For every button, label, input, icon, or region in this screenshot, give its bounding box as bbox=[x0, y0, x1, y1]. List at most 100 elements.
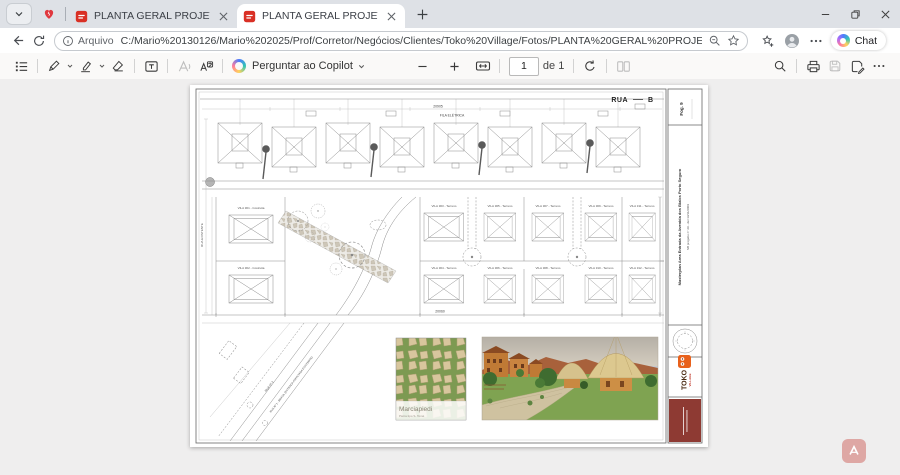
plus-icon bbox=[448, 60, 461, 73]
profile-button[interactable] bbox=[781, 30, 803, 52]
toolbar-separator bbox=[606, 59, 607, 73]
village-render-photo bbox=[482, 333, 658, 420]
heart-icon bbox=[42, 7, 56, 21]
pdf-toolbar: Perguntar ao Copilot de 1 bbox=[0, 53, 900, 80]
tab-title: PLANTA GERAL PROJETO.pdf bbox=[262, 10, 378, 22]
translate-button[interactable] bbox=[196, 56, 216, 76]
pdf-file-icon bbox=[75, 10, 88, 23]
pavement-caption-title: Marciapiedi bbox=[399, 406, 432, 413]
file-scheme-label: Arquivo bbox=[78, 35, 114, 47]
table-of-contents-icon bbox=[14, 59, 29, 74]
zoom-in-button[interactable] bbox=[445, 56, 465, 76]
toolbar-separator bbox=[167, 59, 168, 73]
pdf-more-button[interactable] bbox=[869, 56, 889, 76]
electrical-line-label: FILA ELÉTRICA bbox=[440, 113, 465, 118]
browser-window: PLANTA GERAL PROJETO.pdf PLANTA GERAL PR… bbox=[0, 0, 900, 475]
browser-menu-button[interactable] bbox=[805, 30, 827, 52]
pdf-viewer[interactable]: RUA B 20905 FILA ELÉTRICA bbox=[0, 79, 900, 475]
close-icon bbox=[880, 9, 891, 20]
top-street: RUA B 20905 FILA ELÉTRICA bbox=[200, 97, 664, 118]
collections-button[interactable] bbox=[757, 30, 779, 52]
search-document-button[interactable] bbox=[770, 56, 790, 76]
bottom-dimension-label: 20060 bbox=[435, 310, 445, 314]
tab-1[interactable]: PLANTA GERAL PROJETO.pdf bbox=[69, 4, 237, 28]
plot-label: VILA 308 - Terreno bbox=[536, 266, 561, 270]
left-street-label: RUA EXISTENTE bbox=[200, 223, 204, 247]
address-bar: Arquivo C:/Mario%20130126/Mario%202025/P… bbox=[0, 28, 900, 54]
toolbar-separator bbox=[796, 59, 797, 73]
erase-button[interactable] bbox=[108, 56, 128, 76]
minus-icon bbox=[416, 60, 429, 73]
zoom-out-button[interactable] bbox=[413, 56, 433, 76]
pinned-tab[interactable] bbox=[36, 2, 62, 26]
print-button[interactable] bbox=[803, 56, 823, 76]
right-dimension-line bbox=[658, 197, 662, 313]
plot-grid: VILA 301 - Costruita VILA 302 - Costruit… bbox=[216, 197, 664, 315]
tab-close-button[interactable] bbox=[384, 9, 399, 24]
eraser-icon bbox=[111, 59, 125, 73]
top-house-row bbox=[206, 99, 641, 187]
favorites-button[interactable] bbox=[727, 34, 740, 47]
plot-label: VILA 306 - Terreno bbox=[488, 266, 513, 270]
sheet-number-label: Fog. 9 bbox=[679, 102, 684, 116]
street-name-label: RUA bbox=[611, 97, 628, 104]
copilot-icon bbox=[232, 59, 246, 73]
two-pages-icon bbox=[616, 59, 631, 74]
tab-bar: PLANTA GERAL PROJETO.pdf PLANTA GERAL PR… bbox=[0, 0, 900, 28]
toolbar-separator bbox=[499, 59, 500, 73]
read-aloud-icon bbox=[177, 59, 192, 74]
plot-label: VILA 311 - Terreno bbox=[630, 204, 655, 208]
new-tab-button[interactable] bbox=[411, 3, 433, 25]
chevron-down-icon bbox=[66, 62, 74, 70]
plot-label: VILA 307 - Terreno bbox=[536, 204, 561, 208]
page-view-button bbox=[613, 56, 633, 76]
save-as-button[interactable] bbox=[847, 56, 867, 76]
chevron-down-icon bbox=[13, 8, 25, 20]
restore-button[interactable] bbox=[840, 0, 870, 28]
page-number-input[interactable] bbox=[509, 57, 539, 76]
plot-label: VILA 305 - Terreno bbox=[488, 204, 513, 208]
ask-copilot-button[interactable]: Perguntar ao Copilot bbox=[232, 59, 366, 73]
site-plan-drawing: RUA B 20905 FILA ELÉTRICA bbox=[190, 85, 708, 447]
save-as-icon bbox=[850, 59, 865, 74]
translate-icon bbox=[199, 59, 214, 74]
restore-icon bbox=[850, 9, 861, 20]
url-field[interactable]: Arquivo C:/Mario%20130126/Mario%202025/P… bbox=[54, 31, 748, 51]
open-in-acrobat-button[interactable] bbox=[842, 439, 866, 463]
tab-search-button[interactable] bbox=[6, 3, 32, 25]
contents-button[interactable] bbox=[11, 56, 31, 76]
draw-options-button[interactable] bbox=[65, 56, 75, 76]
copilot-icon bbox=[837, 34, 850, 47]
toolbar-separator bbox=[573, 59, 574, 73]
tab-separator bbox=[65, 7, 66, 21]
rotate-button[interactable] bbox=[580, 56, 600, 76]
highlight-button[interactable] bbox=[76, 56, 96, 76]
plot-label: VILA 301 - Costruita bbox=[238, 206, 265, 210]
highlight-options-button[interactable] bbox=[97, 56, 107, 76]
title-block: Fog. 9 Masterplan Area Entrada da Avenid… bbox=[669, 99, 701, 442]
fit-to-width-button[interactable] bbox=[473, 56, 493, 76]
back-button[interactable] bbox=[6, 30, 28, 52]
highlighter-icon bbox=[79, 59, 93, 73]
close-icon bbox=[387, 12, 396, 21]
toolbar-separator bbox=[222, 59, 223, 73]
reload-button[interactable] bbox=[28, 30, 50, 52]
printer-icon bbox=[806, 59, 821, 74]
chevron-down-icon bbox=[98, 62, 106, 70]
close-window-button[interactable] bbox=[870, 0, 900, 28]
pavement-caption-sub: Pietra tipo S. Tomé bbox=[399, 414, 425, 418]
collections-icon bbox=[761, 34, 775, 48]
minimize-icon bbox=[820, 9, 831, 20]
street-block-label: B bbox=[648, 97, 654, 104]
plot-label: VILA 302 - Costruita bbox=[238, 266, 265, 270]
zoom-level-button[interactable] bbox=[708, 34, 721, 47]
tab-close-button[interactable] bbox=[216, 9, 231, 24]
add-text-button[interactable] bbox=[141, 56, 161, 76]
copilot-chat-button[interactable]: Chat bbox=[831, 31, 886, 50]
tab-2-active[interactable]: PLANTA GERAL PROJETO.pdf bbox=[237, 4, 405, 28]
top-dimension-label: 20905 bbox=[433, 104, 443, 108]
pdf-file-icon bbox=[243, 10, 256, 23]
minimize-button[interactable] bbox=[810, 0, 840, 28]
rotate-icon bbox=[583, 59, 597, 73]
draw-button[interactable] bbox=[44, 56, 64, 76]
